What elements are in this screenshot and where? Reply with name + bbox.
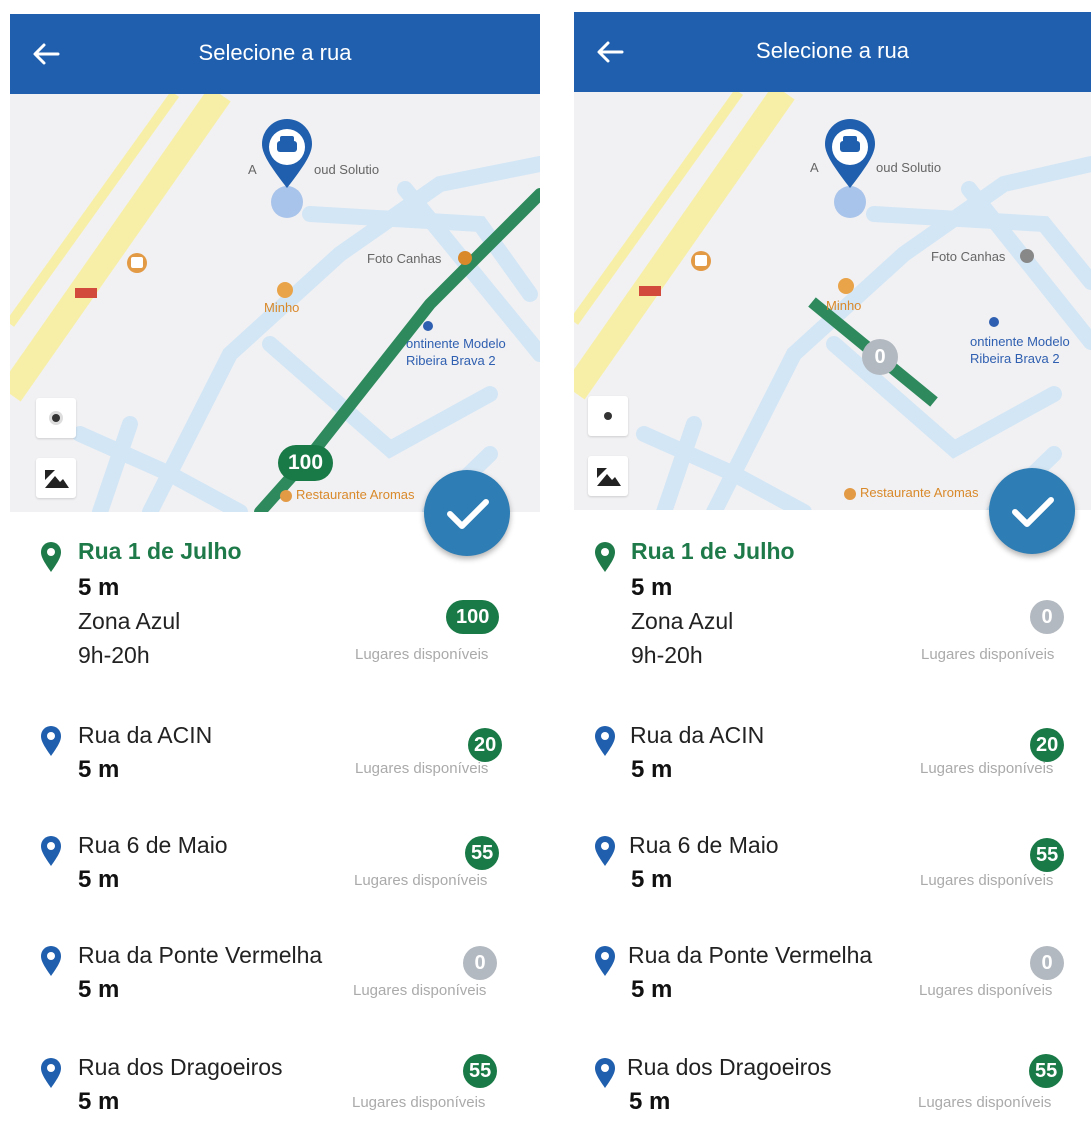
street-item[interactable]: Rua dos Dragoeiros 5 m 55 Lugares dispon…: [10, 1054, 540, 1121]
available-badge: 0: [463, 946, 497, 980]
street-distance: 5 m: [78, 574, 120, 601]
app-header: Selecione a rua: [10, 14, 540, 94]
zone-label: Zona Azul: [78, 608, 181, 634]
available-badge: 20: [1030, 728, 1065, 762]
available-badge: 55: [465, 836, 500, 870]
poi-acin-cloud-label: oud Solutio: [876, 160, 942, 175]
zone-label: Zona Azul: [631, 608, 734, 634]
segment-badge: 0: [862, 339, 898, 375]
poi-restaurante: Restaurante Aromas: [296, 487, 415, 502]
street-item[interactable]: Rua da ACIN 5 m 20 Lugares disponíveis: [574, 722, 1091, 802]
map-pin-icon: [41, 1058, 61, 1088]
street-item[interactable]: Rua da ACIN 5 m 20 Lugares disponíveis: [10, 722, 540, 802]
map-pin-icon: [595, 946, 615, 976]
street-item[interactable]: Rua 6 de Maio 5 m 55 Lugares disponíveis: [10, 832, 540, 912]
page-title: Selecione a rua: [756, 38, 909, 63]
available-badge: 55: [1030, 838, 1065, 872]
poi-continente-line2: Ribeira Brava 2: [406, 353, 496, 368]
street-distance: 5 m: [78, 756, 120, 783]
screen-right: Selecione a rua A oud Solutio Foto Canha…: [574, 0, 1091, 1121]
poi-acin-cloud-label: oud Solutio: [314, 162, 380, 177]
poi-continente-line1: ontinente Modelo: [406, 336, 506, 351]
location-dot-icon: [49, 411, 63, 425]
street-name: Rua 1 de Julho: [78, 538, 242, 564]
street-name: Rua da ACIN: [630, 722, 765, 748]
poi-acin-left: A: [810, 160, 819, 175]
poi-restaurante: Restaurante Aromas: [860, 485, 979, 500]
page-title: Selecione a rua: [198, 40, 352, 65]
street-name: Rua da Ponte Vermelha: [628, 942, 873, 968]
available-label: Lugares disponíveis: [920, 760, 1054, 777]
my-location-button[interactable]: [36, 398, 76, 438]
available-badge: 20: [468, 728, 503, 762]
street-map[interactable]: A oud Solutio Foto Canhas Minho ontinent…: [574, 92, 1091, 510]
segment-badge: 100: [278, 445, 334, 481]
street-item-selected[interactable]: Rua 1 de Julho 5 m Zona Azul 9h-20h 100 …: [10, 538, 540, 688]
map-pin-icon: [595, 836, 615, 866]
street-distance: 5 m: [629, 1088, 671, 1115]
street-map[interactable]: A oud Solutio Foto Canhas Minho ontinent…: [10, 94, 540, 512]
street-item[interactable]: Rua da Ponte Vermelha 5 m 0 Lugares disp…: [10, 942, 540, 1022]
map-pin-icon: [595, 542, 615, 572]
poi-minho: Minho: [826, 298, 862, 313]
available-label: Lugares disponíveis: [921, 646, 1055, 663]
map-type-icon: [45, 470, 69, 488]
street-distance: 5 m: [631, 756, 673, 783]
street-distance: 5 m: [631, 976, 673, 1003]
street-name: Rua dos Dragoeiros: [627, 1054, 832, 1080]
street-name: Rua 1 de Julho: [631, 538, 795, 564]
my-location-button[interactable]: [588, 396, 628, 436]
hours-label: 9h-20h: [631, 642, 703, 668]
available-label: Lugares disponíveis: [920, 872, 1054, 889]
street-name: Rua da ACIN: [78, 722, 213, 748]
available-badge: 55: [1029, 1054, 1064, 1088]
street-name: Rua da Ponte Vermelha: [78, 942, 323, 968]
street-distance: 5 m: [631, 866, 673, 893]
available-badge: 55: [463, 1054, 498, 1088]
street-distance: 5 m: [631, 574, 673, 601]
street-item[interactable]: Rua da Ponte Vermelha 5 m 0 Lugares disp…: [574, 942, 1091, 1022]
street-item-selected[interactable]: Rua 1 de Julho 5 m Zona Azul 9h-20h 0 Lu…: [574, 538, 1091, 688]
map-pin-icon: [41, 836, 61, 866]
street-name: Rua dos Dragoeiros: [78, 1054, 283, 1080]
poi-minho: Minho: [264, 300, 300, 315]
street-list: Rua 1 de Julho 5 m Zona Azul 9h-20h 100 …: [10, 512, 540, 1121]
map-pin-icon: [41, 726, 61, 756]
location-dot-icon: [604, 412, 612, 420]
app-header: Selecione a rua: [574, 12, 1091, 92]
map-pin-icon: [41, 946, 61, 976]
map-layers-button[interactable]: [588, 456, 628, 496]
map-pin-icon: [41, 542, 61, 572]
map-pin-icon: [595, 726, 615, 756]
available-badge: 100: [446, 600, 500, 634]
street-name: Rua 6 de Maio: [629, 832, 779, 858]
available-label: Lugares disponíveis: [355, 646, 489, 663]
available-badge: 0: [1030, 946, 1064, 980]
poi-continente-line1: ontinente Modelo: [970, 334, 1070, 349]
available-label: Lugares disponíveis: [919, 982, 1053, 999]
available-label: Lugares disponíveis: [353, 982, 487, 999]
map-pin-icon: [595, 1058, 615, 1088]
street-distance: 5 m: [78, 866, 120, 893]
map-type-icon: [597, 468, 621, 486]
available-label: Lugares disponíveis: [918, 1094, 1052, 1111]
hours-label: 9h-20h: [78, 642, 150, 668]
map-layers-button[interactable]: [36, 458, 76, 498]
poi-acin-left: A: [248, 162, 257, 177]
poi-foto-canhas: Foto Canhas: [367, 251, 442, 266]
available-label: Lugares disponíveis: [355, 760, 489, 777]
street-item[interactable]: Rua 6 de Maio 5 m 55 Lugares disponíveis: [574, 832, 1091, 912]
available-label: Lugares disponíveis: [352, 1094, 486, 1111]
poi-continente-line2: Ribeira Brava 2: [970, 351, 1060, 366]
available-badge: 0: [1030, 600, 1064, 634]
street-item[interactable]: Rua dos Dragoeiros 5 m 55 Lugares dispon…: [574, 1054, 1091, 1121]
street-distance: 5 m: [78, 976, 120, 1003]
poi-foto-canhas: Foto Canhas: [931, 249, 1006, 264]
available-label: Lugares disponíveis: [354, 872, 488, 889]
street-list: Rua 1 de Julho 5 m Zona Azul 9h-20h 0 Lu…: [574, 512, 1091, 1121]
street-name: Rua 6 de Maio: [78, 832, 228, 858]
street-distance: 5 m: [78, 1088, 120, 1115]
screen-left: Selecione a rua A oud Solutio Foto Canha…: [10, 0, 540, 1121]
